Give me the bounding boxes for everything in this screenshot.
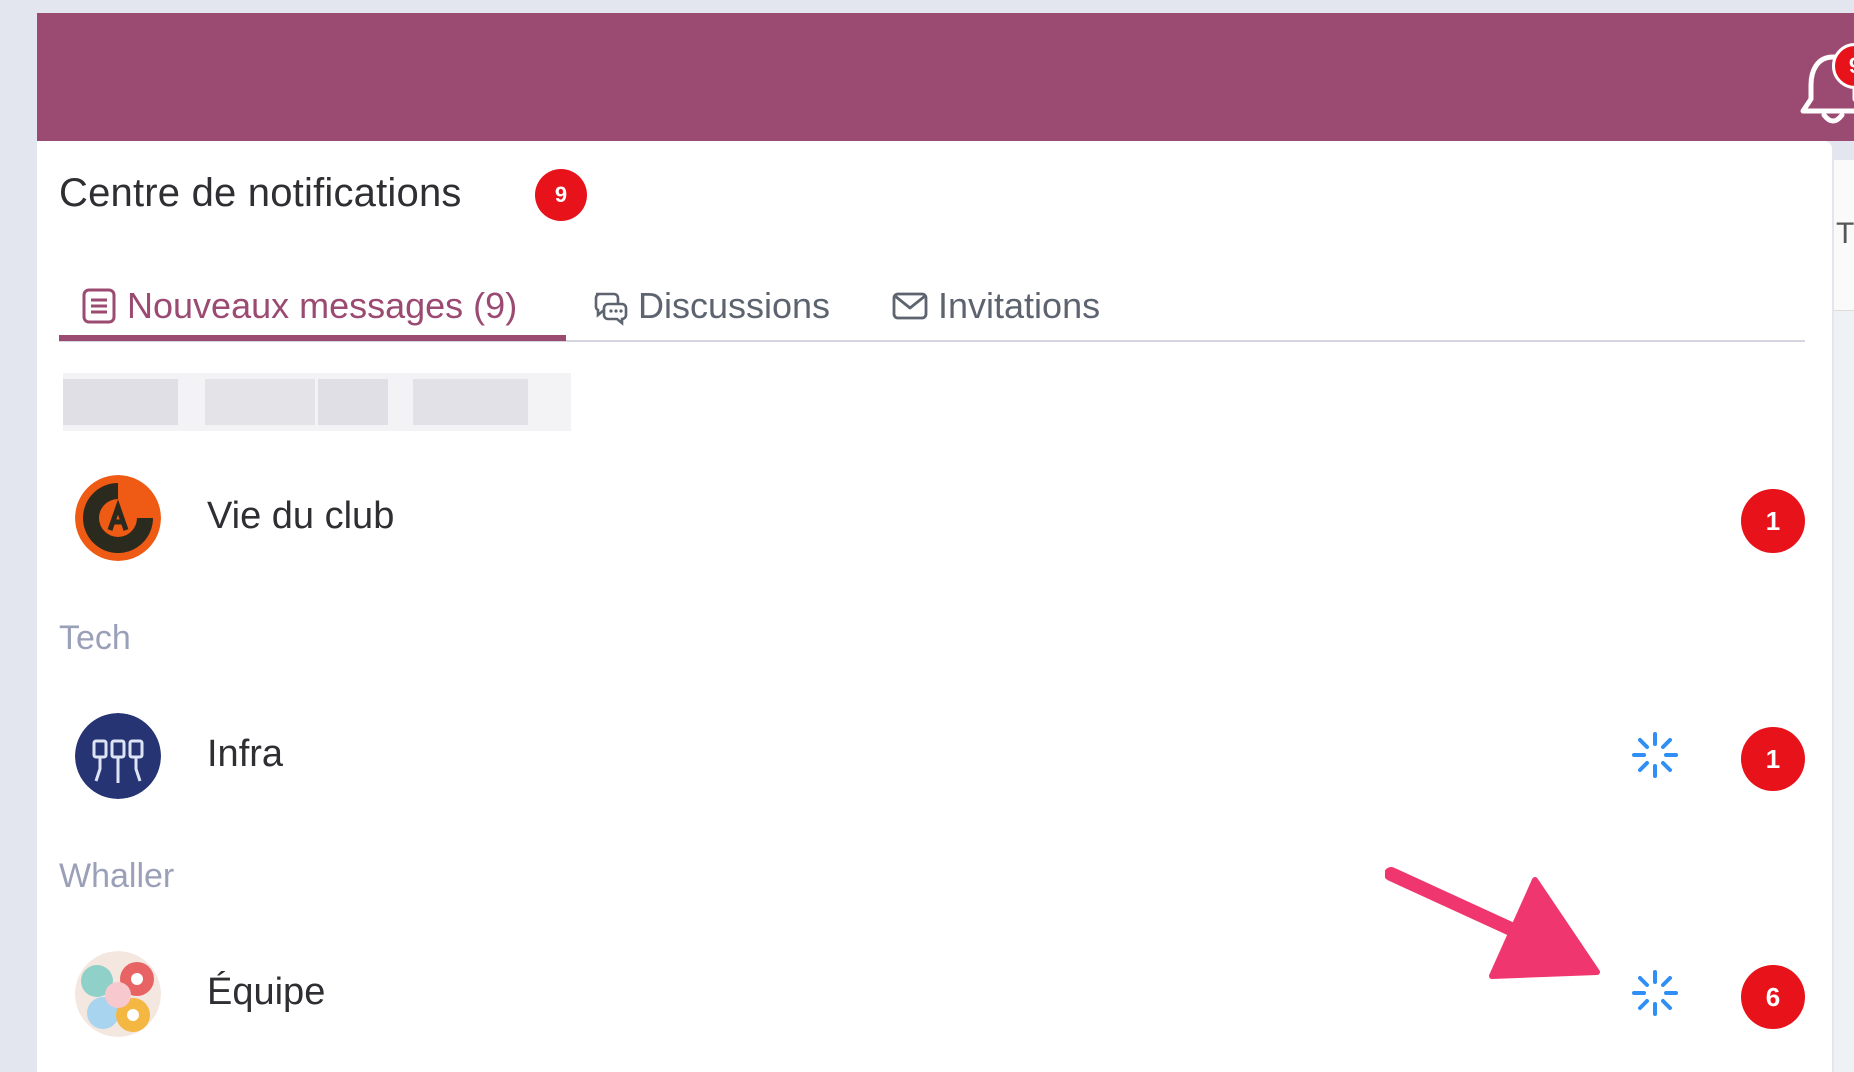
background-right-letter: T [1836,217,1854,250]
unread-count-badge: 6 [1741,965,1805,1029]
top-header-bar: 9 [37,13,1854,141]
active-tab-indicator [59,335,566,341]
avatar [75,713,161,799]
title-count-badge: 9 [535,169,587,221]
list-item-vie-du-club[interactable]: Vie du club 1 [59,467,1805,567]
loading-spinner-icon [1632,970,1678,1016]
avatar [75,475,161,561]
tab-discussions[interactable]: Discussions [590,273,830,339]
tab-invitations[interactable]: Invitations [890,273,1100,339]
row-label: Vie du club [207,495,395,537]
chat-bubbles-icon [594,292,628,326]
panel-title: Centre de notifications [59,171,462,215]
tab-new-messages-label: Nouveaux messages (9) [127,285,518,326]
row-label: Équipe [207,971,326,1013]
section-header-whaller: Whaller [59,857,175,895]
list-icon [82,288,116,324]
annotation-arrow-icon [1385,867,1600,979]
avatar [75,951,161,1037]
club-logo-icon [75,475,161,561]
tab-new-messages[interactable]: Nouveaux messages (9) [79,273,517,339]
network-cables-icon [75,713,161,799]
loading-spinner-icon [1632,732,1678,778]
row-label: Infra [207,733,284,775]
list-item-infra[interactable]: Infra 1 [59,705,1805,805]
envelope-icon [892,292,928,320]
unread-count-badge: 1 [1741,489,1805,553]
tab-discussions-label: Discussions [638,285,831,326]
tab-invitations-label: Invitations [938,285,1101,326]
unread-count-badge: 1 [1741,727,1805,791]
section-header-tech: Tech [59,619,131,657]
notification-bell-button[interactable]: 9 [1789,43,1854,133]
blurred-section-title [63,373,571,431]
team-illustration-icon [75,951,161,1037]
